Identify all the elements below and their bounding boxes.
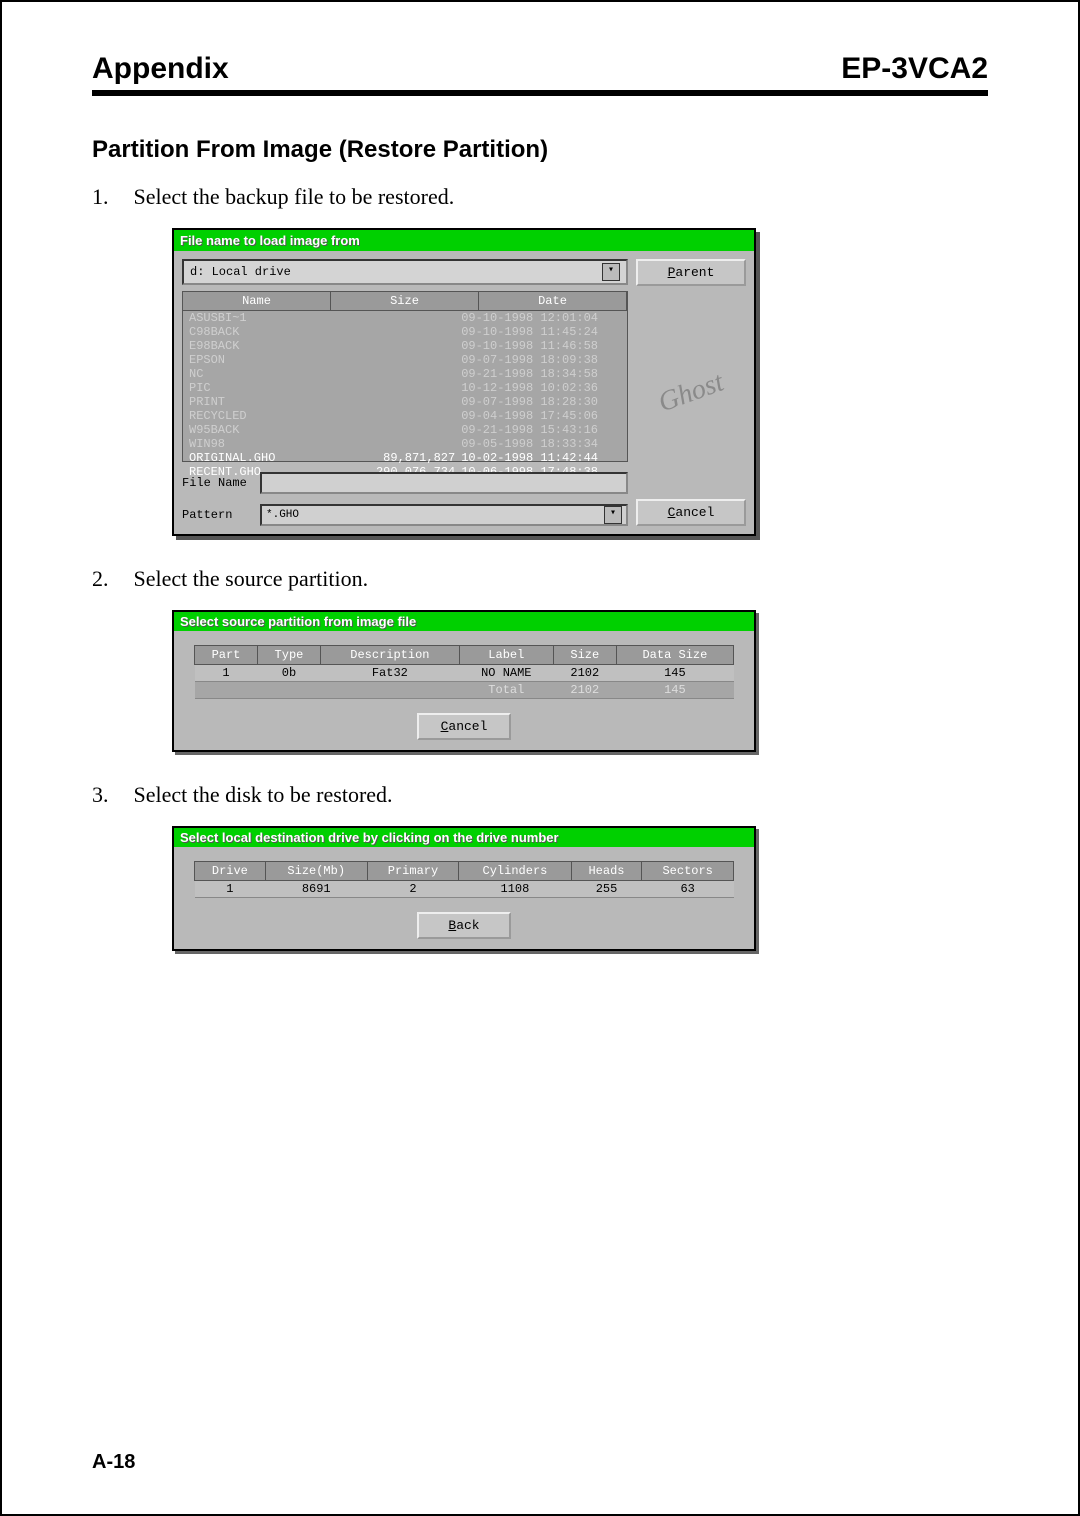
back-button[interactable]: Back bbox=[417, 912, 511, 939]
list-item[interactable]: RECYCLED09-04-1998 17:45:06 bbox=[183, 409, 627, 423]
step-3: 3. Select the disk to be restored. bbox=[92, 782, 988, 808]
list-item[interactable]: EPSON09-07-1998 18:09:38 bbox=[183, 353, 627, 367]
table-row[interactable]: 1 0b Fat32 NO NAME 2102 145 bbox=[195, 665, 734, 682]
col-primary: Primary bbox=[367, 862, 459, 881]
file-list[interactable]: ASUSBI~109-10-1998 12:01:04C98BACK09-10-… bbox=[182, 311, 628, 462]
destination-drive-dialog: Select local destination drive by clicki… bbox=[172, 826, 756, 951]
drive-value: d: Local drive bbox=[190, 265, 291, 279]
filename-field[interactable] bbox=[260, 472, 628, 494]
pattern-label: Pattern bbox=[182, 508, 252, 522]
col-size: Size bbox=[331, 292, 479, 310]
cancel-button[interactable]: Cancel bbox=[417, 713, 511, 740]
step-2-num: 2. bbox=[92, 566, 128, 592]
col-size: Size(Mb) bbox=[265, 862, 367, 881]
step-1: 1. Select the backup file to be restored… bbox=[92, 184, 988, 210]
cancel-button[interactable]: Cancel bbox=[636, 499, 746, 526]
col-label: Label bbox=[459, 646, 553, 665]
col-cyl: Cylinders bbox=[459, 862, 571, 881]
chevron-down-icon[interactable]: ▾ bbox=[602, 263, 620, 281]
parent-button[interactable]: Parent bbox=[636, 259, 746, 286]
col-type: Type bbox=[257, 646, 320, 665]
step-2-text: Select the source partition. bbox=[134, 566, 369, 591]
step-2: 2. Select the source partition. bbox=[92, 566, 988, 592]
list-item[interactable]: ORIGINAL.GHO89,871,82710-02-1998 11:42:4… bbox=[183, 451, 627, 465]
filename-label: File Name bbox=[182, 476, 252, 490]
file-dialog-title: File name to load image from bbox=[174, 230, 754, 251]
col-size: Size bbox=[553, 646, 616, 665]
step-3-num: 3. bbox=[92, 782, 128, 808]
list-item[interactable]: NC09-21-1998 18:34:58 bbox=[183, 367, 627, 381]
chevron-down-icon[interactable]: ▾ bbox=[604, 506, 622, 524]
section-title: Partition From Image (Restore Partition) bbox=[92, 136, 988, 164]
list-item[interactable]: ASUSBI~109-10-1998 12:01:04 bbox=[183, 311, 627, 325]
destination-drive-title: Select local destination drive by clicki… bbox=[174, 828, 754, 847]
total-row: Total 2102 145 bbox=[195, 682, 734, 699]
col-data: Data Size bbox=[616, 646, 733, 665]
list-item[interactable]: PIC10-12-1998 10:02:36 bbox=[183, 381, 627, 395]
ghost-logo: Ghost bbox=[606, 281, 777, 504]
header-left: Appendix bbox=[92, 52, 229, 86]
partition-table: Part Type Description Label Size Data Si… bbox=[194, 645, 734, 699]
pattern-value: *.GHO bbox=[266, 509, 299, 521]
step-1-num: 1. bbox=[92, 184, 128, 210]
drive-table: Drive Size(Mb) Primary Cylinders Heads S… bbox=[194, 861, 734, 898]
col-sectors: Sectors bbox=[642, 862, 734, 881]
source-partition-dialog: Select source partition from image file … bbox=[172, 610, 756, 752]
step-3-text: Select the disk to be restored. bbox=[134, 782, 393, 807]
file-dialog: File name to load image from d: Local dr… bbox=[172, 228, 756, 536]
header-right: EP-3VCA2 bbox=[841, 52, 988, 86]
list-item[interactable]: E98BACK09-10-1998 11:46:58 bbox=[183, 339, 627, 353]
step-1-text: Select the backup file to be restored. bbox=[134, 184, 455, 209]
col-part: Part bbox=[195, 646, 258, 665]
col-heads: Heads bbox=[571, 862, 642, 881]
source-partition-title: Select source partition from image file bbox=[174, 612, 754, 631]
page-header: Appendix EP-3VCA2 bbox=[92, 52, 988, 96]
file-list-header: Name Size Date bbox=[182, 291, 628, 311]
col-name: Name bbox=[183, 292, 331, 310]
col-date: Date bbox=[479, 292, 627, 310]
pattern-field[interactable]: *.GHO ▾ bbox=[260, 504, 628, 526]
list-item[interactable]: WIN9809-05-1998 18:33:34 bbox=[183, 437, 627, 451]
list-item[interactable]: PRINT09-07-1998 18:28:30 bbox=[183, 395, 627, 409]
col-desc: Description bbox=[320, 646, 459, 665]
page-number: A-18 bbox=[92, 1451, 135, 1474]
drive-dropdown[interactable]: d: Local drive ▾ bbox=[182, 259, 628, 285]
table-row[interactable]: 1 8691 2 1108 255 63 bbox=[195, 881, 734, 898]
list-item[interactable]: C98BACK09-10-1998 11:45:24 bbox=[183, 325, 627, 339]
col-drive: Drive bbox=[195, 862, 266, 881]
list-item[interactable]: W95BACK09-21-1998 15:43:16 bbox=[183, 423, 627, 437]
